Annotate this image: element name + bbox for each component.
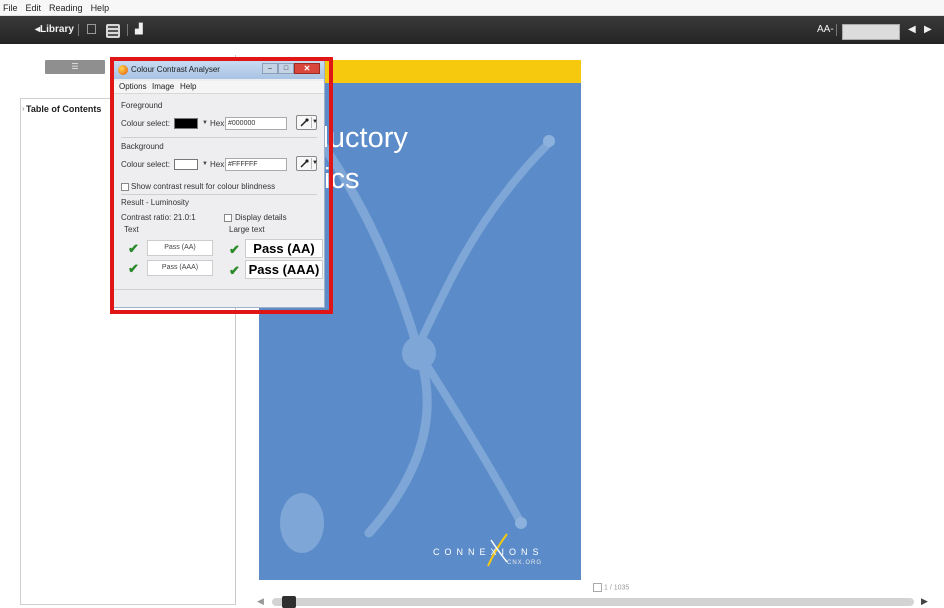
- menu-file[interactable]: File: [3, 3, 18, 13]
- next-page-icon[interactable]: ▶: [924, 24, 932, 35]
- menu-help[interactable]: Help: [91, 3, 110, 13]
- cover-publisher-url: CNX.ORG: [507, 560, 543, 566]
- highlight-annotation: [110, 57, 333, 314]
- reading-progress-track[interactable]: [272, 598, 914, 606]
- menu-reading[interactable]: Reading: [49, 3, 83, 13]
- list-view-icon[interactable]: [106, 24, 120, 38]
- library-button[interactable]: ◂Library: [35, 24, 74, 35]
- toolbar-separator: [78, 24, 79, 36]
- cover-publisher: CONNEXIONS: [433, 547, 544, 557]
- menu-edit[interactable]: Edit: [26, 3, 42, 13]
- toc-view-toggle[interactable]: ☰: [45, 60, 105, 74]
- progress-left-arrow-icon[interactable]: ◀: [257, 596, 264, 607]
- previous-page-icon[interactable]: ◀: [908, 24, 916, 35]
- toolbar-separator: [127, 24, 128, 36]
- page-indicator: 1 / 1035: [593, 583, 629, 592]
- bar-chart-icon[interactable]: ▟: [135, 24, 143, 35]
- font-size-icon[interactable]: AA-: [817, 24, 834, 35]
- toc-expand-icon[interactable]: ›: [22, 104, 25, 113]
- progress-right-arrow-icon[interactable]: ▶: [921, 596, 928, 607]
- toolbar-separator: [836, 24, 837, 36]
- app-menubar: File Edit Reading Help: [0, 0, 944, 16]
- page-number-box[interactable]: [593, 583, 602, 592]
- reader-toolbar: ◂Library ▟ AA- ◀ ▶: [0, 16, 944, 44]
- reading-progress-thumb[interactable]: [282, 596, 297, 608]
- toc-heading[interactable]: Table of Contents: [26, 104, 101, 114]
- grid-view-icon[interactable]: [87, 24, 96, 34]
- page-indicator-text: 1 / 1035: [604, 584, 630, 592]
- search-input[interactable]: [842, 24, 900, 40]
